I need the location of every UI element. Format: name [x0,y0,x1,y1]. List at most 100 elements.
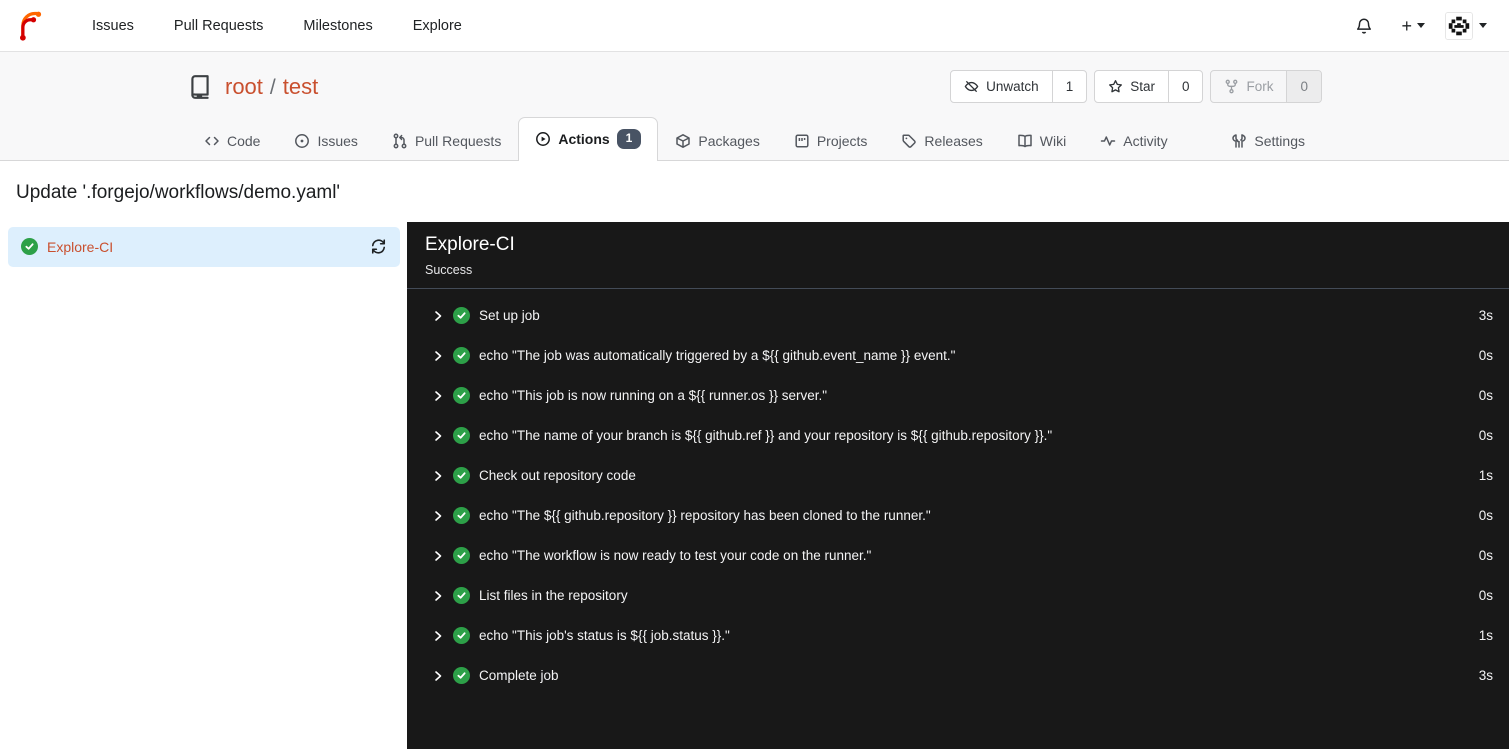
step-duration: 1s [1478,468,1493,484]
log-header: Explore-CI Success [407,222,1509,289]
star-icon [1109,80,1123,93]
top-navbar: Issues Pull Requests Milestones Explore … [0,0,1509,52]
tab-label: Activity [1123,132,1168,149]
chevron-down-icon [1479,23,1487,28]
tab-label: Issues [317,132,358,149]
tab-pull-requests[interactable]: Pull Requests [375,121,518,161]
watchers-count[interactable]: 1 [1051,71,1087,102]
star-button[interactable]: Star [1095,71,1168,102]
star-label: Star [1130,79,1155,94]
step-duration: 3s [1478,668,1493,684]
step-success-icon [453,347,470,365]
forks-count[interactable]: 0 [1286,71,1321,102]
tab-actions[interactable]: Actions 1 [518,117,659,161]
navbar-item-milestones[interactable]: Milestones [283,18,392,34]
create-new-dropdown[interactable]: + [1391,11,1435,41]
tab-issues[interactable]: Issues [277,121,374,161]
chevron-right-icon [432,630,444,642]
fork-button[interactable]: Fork [1211,71,1286,102]
step-success-icon [453,387,470,405]
step-duration: 0s [1478,548,1493,564]
step-success-icon [453,627,470,645]
chevron-right-icon [432,510,444,522]
rerun-refresh-icon[interactable] [370,238,387,255]
notifications-bell-icon[interactable] [1345,11,1383,41]
fork-button-group: Fork 0 [1210,70,1322,103]
repo-action-buttons: Unwatch 1 Star 0 Fork 0 [950,70,1322,103]
job-item-explore-ci[interactable]: Explore-CI [8,226,400,267]
step-name: echo "The name of your branch is ${{ git… [479,428,1053,444]
navbar-item-explore[interactable]: Explore [393,18,482,34]
step-row[interactable]: Complete job 3s [407,656,1509,696]
eye-slash-icon [964,80,979,93]
step-name: Complete job [479,668,559,684]
repo-owner-link[interactable]: root [225,74,263,100]
step-row[interactable]: Check out repository code 1s [407,456,1509,496]
step-row[interactable]: List files in the repository 0s [407,576,1509,616]
chevron-right-icon [432,310,444,322]
log-job-status: Success [425,262,473,277]
plus-icon: + [1401,15,1412,36]
tab-label: Actions [558,130,610,147]
tab-activity[interactable]: Activity [1083,121,1184,161]
step-row[interactable]: echo "This job is now running on a ${{ r… [407,376,1509,416]
star-button-group: Star 0 [1094,70,1204,103]
tab-projects[interactable]: Projects [777,121,885,161]
step-row[interactable]: Set up job 3s [407,296,1509,336]
run-layout: Explore-CI Explore-CI Success Set up job… [0,221,1509,749]
step-success-icon [453,307,470,325]
tab-label: Wiki [1039,132,1067,149]
tab-label: Packages [698,132,760,149]
tab-label: Pull Requests [414,132,502,149]
step-row[interactable]: echo "The workflow is now ready to test … [407,536,1509,576]
step-row[interactable]: echo "The name of your branch is ${{ git… [407,416,1509,456]
navbar-links: Issues Pull Requests Milestones Explore [72,18,482,34]
tab-label: Releases [924,132,983,149]
step-row[interactable]: echo "The ${{ github.repository }} repos… [407,496,1509,536]
step-name: Set up job [479,308,540,324]
job-log-panel: Explore-CI Success Set up job 3s echo "T… [407,221,1509,749]
step-success-icon [453,507,470,525]
job-name: Explore-CI [47,238,114,255]
step-row[interactable]: echo "This job's status is ${{ job.statu… [407,616,1509,656]
step-duration: 0s [1478,588,1493,604]
step-success-icon [453,467,470,485]
forgejo-logo-icon[interactable] [16,11,46,41]
step-duration: 3s [1478,308,1493,324]
tab-code[interactable]: Code [187,121,277,161]
repo-name-link[interactable]: test [283,74,318,100]
step-duration: 0s [1478,348,1493,364]
step-row[interactable]: echo "The job was automatically triggere… [407,336,1509,376]
issue-circle-icon [295,133,310,148]
chevron-right-icon [432,550,444,562]
step-duration: 0s [1478,388,1493,404]
step-success-icon [453,587,470,605]
tag-icon [902,134,917,148]
step-name: echo "The ${{ github.repository }} repos… [479,508,931,524]
step-name: echo "This job is now running on a ${{ r… [479,388,828,404]
chevron-right-icon [432,350,444,362]
step-success-icon [453,667,470,685]
code-icon [205,136,219,145]
user-menu-dropdown[interactable] [1443,8,1489,44]
tab-label: Projects [816,132,868,149]
step-duration: 0s [1478,508,1493,524]
tab-settings[interactable]: Settings [1214,121,1322,161]
navbar-item-issues[interactable]: Issues [72,18,154,34]
unwatch-label: Unwatch [986,79,1039,94]
step-success-icon [453,427,470,445]
tab-wiki[interactable]: Wiki [1000,121,1083,161]
unwatch-button[interactable]: Unwatch [951,71,1052,102]
navbar-item-pull-requests[interactable]: Pull Requests [154,18,283,34]
package-cube-icon [676,133,691,148]
stars-count[interactable]: 0 [1167,71,1203,102]
chevron-right-icon [432,470,444,482]
actions-run-page: Update '.forgejo/workflows/demo.yaml' Ex… [0,161,1509,749]
tab-releases[interactable]: Releases [884,121,999,161]
step-duration: 1s [1478,628,1493,644]
step-name: echo "The workflow is now ready to test … [479,548,872,564]
chevron-right-icon [432,430,444,442]
step-name: echo "The job was automatically triggere… [479,348,956,364]
repo-header: root / test Unwatch 1 Star 0 Fork 0 Code… [0,52,1509,161]
tab-packages[interactable]: Packages [658,121,776,161]
